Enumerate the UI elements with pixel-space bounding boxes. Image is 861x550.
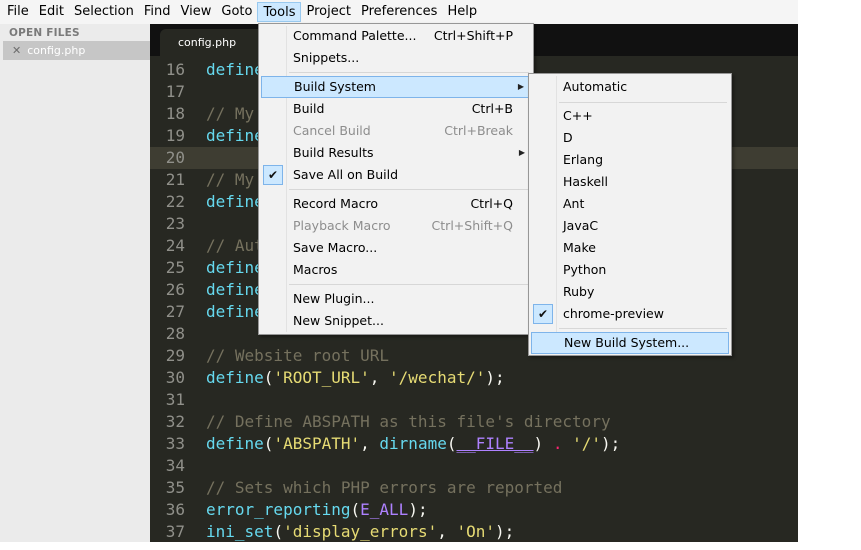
line-number: 32: [165, 412, 185, 431]
code-text: define('ABSPATH', dirname(__FILE__) . '/…: [206, 434, 621, 453]
code-line: 34: [150, 455, 798, 477]
menu-bar: File Edit Selection Find View Goto Tools…: [0, 0, 798, 24]
menu-item-build-results[interactable]: Build Results ▶: [261, 142, 531, 164]
line-number: 26: [165, 280, 185, 299]
menu-item-build-d[interactable]: D: [531, 127, 729, 149]
line-number: 20: [165, 148, 185, 167]
code-comment: // Define ABSPATH as this file's directo…: [206, 412, 611, 431]
chevron-right-icon: ▶: [517, 82, 524, 91]
build-system-submenu: Automatic C++ D Erlang Haskell Ant JavaC…: [528, 73, 732, 356]
menu-item-macros[interactable]: Macros: [261, 259, 531, 281]
line-number: 33: [165, 434, 185, 453]
code-comment: // My: [206, 170, 255, 189]
code-text: define: [206, 126, 264, 145]
tools-menu: Command Palette... Ctrl+Shift+P Snippets.…: [258, 23, 534, 335]
menu-item-record-macro[interactable]: Record Macro Ctrl+Q: [261, 193, 531, 215]
menu-item-new-plugin[interactable]: New Plugin...: [261, 288, 531, 310]
code-text: ini_set('display_errors', 'On');: [206, 522, 515, 541]
code-text: define: [206, 302, 264, 321]
line-number: 25: [165, 258, 185, 277]
code-line: 36 error_reporting(E_ALL);: [150, 499, 798, 521]
line-number: 28: [165, 324, 185, 343]
line-number: 24: [165, 236, 185, 255]
code-text: define: [206, 280, 264, 299]
menu-separator: [289, 72, 529, 73]
menu-item-save-all-on-build[interactable]: ✔ Save All on Build: [261, 164, 531, 186]
close-icon[interactable]: ✕: [12, 44, 21, 57]
code-line: 32 // Define ABSPATH as this file's direc…: [150, 411, 798, 433]
menu-item-build[interactable]: Build Ctrl+B: [261, 98, 531, 120]
line-number: 23: [165, 214, 185, 233]
menu-view[interactable]: View: [176, 2, 217, 22]
menu-item-build-haskell[interactable]: Haskell: [531, 171, 729, 193]
menu-project[interactable]: Project: [301, 2, 355, 22]
menu-item-new-snippet[interactable]: New Snippet...: [261, 310, 531, 332]
menu-item-build-make[interactable]: Make: [531, 237, 729, 259]
line-number: 19: [165, 126, 185, 145]
sidebar-item-config-php[interactable]: ✕ config.php: [3, 41, 150, 60]
code-line: 37 ini_set('display_errors', 'On');: [150, 521, 798, 542]
menu-item-new-build-system[interactable]: New Build System...: [531, 332, 729, 354]
menu-goto[interactable]: Goto: [216, 2, 257, 22]
menu-preferences[interactable]: Preferences: [356, 2, 442, 22]
menu-item-build-automatic[interactable]: Automatic: [531, 76, 729, 98]
menu-item-build-erlang[interactable]: Erlang: [531, 149, 729, 171]
menu-separator: [289, 189, 529, 190]
menu-edit[interactable]: Edit: [34, 2, 69, 22]
line-number: 36: [165, 500, 185, 519]
line-number: 16: [165, 60, 185, 79]
menu-item-build-javac[interactable]: JavaC: [531, 215, 729, 237]
line-number: 18: [165, 104, 185, 123]
menu-item-playback-macro[interactable]: Playback Macro Ctrl+Shift+Q: [261, 215, 531, 237]
code-line: 30 define('ROOT_URL', '/wechat/');: [150, 367, 798, 389]
menu-item-snippets[interactable]: Snippets...: [261, 47, 531, 69]
menu-item-build-python[interactable]: Python: [531, 259, 729, 281]
menu-item-cancel-build[interactable]: Cancel Build Ctrl+Break: [261, 120, 531, 142]
code-line: 35 // Sets which PHP errors are reported: [150, 477, 798, 499]
menu-item-build-cpp[interactable]: C++: [531, 105, 729, 127]
code-comment: // Sets which PHP errors are reported: [206, 478, 563, 497]
menu-item-save-macro[interactable]: Save Macro...: [261, 237, 531, 259]
chevron-right-icon: ▶: [518, 148, 525, 157]
line-number: 27: [165, 302, 185, 321]
code-text: define: [206, 60, 264, 79]
code-text: define('ROOT_URL', '/wechat/');: [206, 368, 505, 387]
menu-separator: [289, 284, 529, 285]
app-window: File Edit Selection Find View Goto Tools…: [0, 0, 861, 550]
menu-find[interactable]: Find: [139, 2, 176, 22]
menu-item-build-chrome-preview[interactable]: ✔ chrome-preview: [531, 303, 729, 325]
menu-help[interactable]: Help: [442, 2, 482, 22]
line-number: 17: [165, 82, 185, 101]
menu-item-build-system[interactable]: Build System ▶: [261, 76, 531, 98]
line-number: 21: [165, 170, 185, 189]
menu-item-build-ant[interactable]: Ant: [531, 193, 729, 215]
menu-tools[interactable]: Tools: [257, 2, 302, 22]
line-number: 30: [165, 368, 185, 387]
menu-separator: [559, 328, 727, 329]
line-number: 34: [165, 456, 185, 475]
code-line: 31: [150, 389, 798, 411]
menu-selection[interactable]: Selection: [69, 2, 139, 22]
checkmark-icon: ✔: [533, 304, 553, 324]
menu-file[interactable]: File: [2, 2, 34, 22]
line-number: 31: [165, 390, 185, 409]
sidebar-item-label: config.php: [27, 44, 86, 57]
open-files-header: OPEN FILES: [9, 27, 80, 39]
code-text: error_reporting(E_ALL);: [206, 500, 428, 519]
code-comment: // Aut: [206, 236, 264, 255]
menu-separator: [559, 102, 727, 103]
line-number: 35: [165, 478, 185, 497]
line-number: 37: [165, 522, 185, 541]
code-text: define: [206, 258, 264, 277]
code-line: 33 define('ABSPATH', dirname(__FILE__) . …: [150, 433, 798, 455]
code-text: define: [206, 192, 264, 211]
line-number: 29: [165, 346, 185, 365]
menu-item-command-palette[interactable]: Command Palette... Ctrl+Shift+P: [261, 25, 531, 47]
line-number: 22: [165, 192, 185, 211]
checkmark-icon: ✔: [263, 165, 283, 185]
code-comment: // Website root URL: [206, 346, 390, 365]
sidebar: OPEN FILES ✕ config.php: [0, 24, 150, 542]
code-comment: // My: [206, 104, 255, 123]
menu-item-build-ruby[interactable]: Ruby: [531, 281, 729, 303]
